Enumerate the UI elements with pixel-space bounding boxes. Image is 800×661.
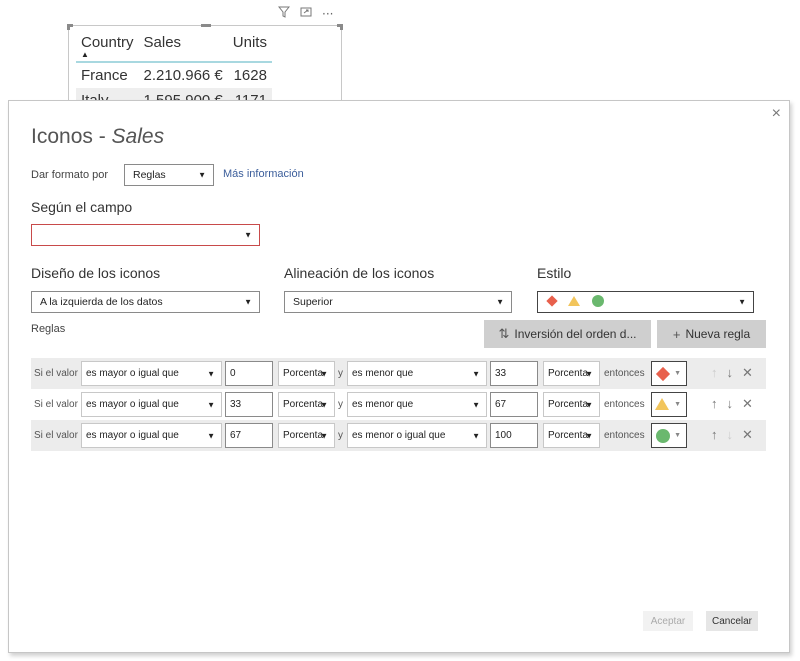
green-circle-icon: [656, 429, 670, 443]
icon-layout-select[interactable]: A la izquierda de los datos ▼: [31, 291, 260, 313]
move-down-icon[interactable]: ↓: [727, 396, 734, 412]
rule-row: Si el valor es mayor o igual que ▼ 33 Por…: [31, 389, 766, 420]
chevron-down-icon: ▼: [496, 297, 504, 307]
red-diamond-icon: [546, 295, 558, 307]
min-value-input[interactable]: 33: [225, 392, 273, 417]
condition-operator-select[interactable]: es mayor o igual que ▼: [81, 361, 222, 386]
max-value-input[interactable]: 100: [490, 423, 538, 448]
column-header-country[interactable]: Country ▲: [76, 30, 139, 62]
table-row: France 2.210.966 € 1628: [81, 67, 267, 84]
cancel-button[interactable]: Cancelar: [706, 611, 758, 631]
min-value-input[interactable]: 0: [225, 361, 273, 386]
chevron-down-icon: ▼: [674, 432, 681, 439]
max-type-select[interactable]: Porcenta ▼: [543, 423, 600, 448]
min-type-select[interactable]: Porcenta ▼: [278, 361, 335, 386]
chevron-down-icon: ▼: [244, 297, 252, 307]
dialog-title: Iconos - Sales: [31, 125, 165, 148]
chevron-down-icon: ▼: [674, 370, 681, 377]
rule-row: Si el valor es mayor o igual que ▼ 67 Por…: [31, 420, 766, 451]
chevron-down-icon: ▼: [320, 369, 328, 378]
rules-list: Si el valor es mayor o igual que ▼ 0 Porc…: [31, 358, 766, 451]
icon-alignment-select[interactable]: Superior ▼: [284, 291, 512, 313]
plus-icon: +: [672, 326, 681, 342]
reverse-order-button[interactable]: ⇅ Inversión del orden d...: [484, 320, 651, 348]
based-on-field-select[interactable]: ▼: [31, 224, 260, 246]
delete-rule-icon[interactable]: ✕: [742, 396, 753, 412]
min-type-select[interactable]: Porcenta ▼: [278, 392, 335, 417]
icons-dialog: × Iconos - Sales Dar formato por Reglas …: [8, 100, 790, 653]
condition-operator-select[interactable]: es menor que ▼: [347, 392, 487, 417]
rules-label: Reglas: [31, 323, 66, 335]
move-up-icon[interactable]: ↑: [711, 396, 718, 412]
chevron-down-icon: ▼: [585, 431, 593, 440]
focus-mode-icon[interactable]: [300, 6, 312, 21]
max-type-select[interactable]: Porcenta ▼: [543, 361, 600, 386]
more-options-icon[interactable]: ···: [322, 7, 333, 21]
style-label: Estilo: [537, 265, 572, 281]
sort-icon: ⇅: [498, 326, 510, 341]
move-up-icon[interactable]: ↑: [711, 365, 718, 381]
red-diamond-icon: [655, 366, 671, 382]
condition-operator-select[interactable]: es menor que ▼: [347, 361, 487, 386]
icon-select[interactable]: ▼: [651, 361, 687, 386]
close-icon[interactable]: ×: [772, 105, 781, 123]
chevron-down-icon: ▼: [585, 400, 593, 409]
sort-ascending-icon: ▲: [81, 50, 89, 59]
more-info-link[interactable]: Más información: [223, 168, 304, 180]
chevron-down-icon: ▼: [585, 369, 593, 378]
move-up-icon[interactable]: ↑: [711, 427, 718, 443]
icon-select[interactable]: ▼: [651, 423, 687, 448]
new-rule-button[interactable]: + Nueva regla: [657, 320, 766, 348]
icon-alignment-label: Alineación de los iconos: [284, 265, 435, 281]
chevron-down-icon: ▼: [207, 400, 215, 409]
min-value-input[interactable]: 67: [225, 423, 273, 448]
max-value-input[interactable]: 67: [490, 392, 538, 417]
yellow-triangle-icon: [568, 296, 580, 306]
chevron-down-icon: ▼: [198, 170, 206, 180]
min-type-select[interactable]: Porcenta ▼: [278, 423, 335, 448]
chevron-down-icon: ▼: [738, 297, 746, 307]
filter-icon[interactable]: [277, 6, 291, 21]
chevron-down-icon: ▼: [244, 230, 252, 240]
ok-button[interactable]: Aceptar: [643, 611, 693, 631]
condition-operator-select[interactable]: es menor o igual que ▼: [347, 423, 487, 448]
delete-rule-icon[interactable]: ✕: [742, 365, 753, 381]
condition-operator-select[interactable]: es mayor o igual que ▼: [81, 392, 222, 417]
green-circle-icon: [592, 295, 604, 307]
resize-handle[interactable]: [67, 24, 73, 30]
chevron-down-icon: ▼: [207, 431, 215, 440]
max-type-select[interactable]: Porcenta ▼: [543, 392, 600, 417]
chevron-down-icon: ▼: [320, 400, 328, 409]
resize-handle[interactable]: [337, 24, 343, 30]
format-by-select[interactable]: Reglas ▼: [124, 164, 214, 186]
chevron-down-icon: ▼: [472, 369, 480, 378]
icon-layout-label: Diseño de los iconos: [31, 265, 161, 281]
yellow-triangle-icon: [655, 398, 669, 410]
column-header-sales[interactable]: Sales: [139, 30, 228, 62]
based-on-field-label: Según el campo: [31, 199, 133, 215]
chevron-down-icon: ▼: [472, 400, 480, 409]
resize-handle[interactable]: [201, 24, 211, 27]
icon-select[interactable]: ▼: [651, 392, 687, 417]
condition-operator-select[interactable]: es mayor o igual que ▼: [81, 423, 222, 448]
format-by-label: Dar formato por: [31, 169, 109, 181]
column-header-units[interactable]: Units: [228, 30, 272, 62]
max-value-input[interactable]: 33: [490, 361, 538, 386]
move-down-icon[interactable]: ↓: [727, 365, 734, 381]
chevron-down-icon: ▼: [472, 431, 480, 440]
rule-row: Si el valor es mayor o igual que ▼ 0 Porc…: [31, 358, 766, 389]
delete-rule-icon[interactable]: ✕: [742, 427, 753, 443]
chevron-down-icon: ▼: [207, 369, 215, 378]
move-down-icon[interactable]: ↓: [727, 427, 734, 443]
chevron-down-icon: ▼: [674, 401, 681, 408]
chevron-down-icon: ▼: [320, 431, 328, 440]
style-select[interactable]: ▼: [537, 291, 754, 313]
